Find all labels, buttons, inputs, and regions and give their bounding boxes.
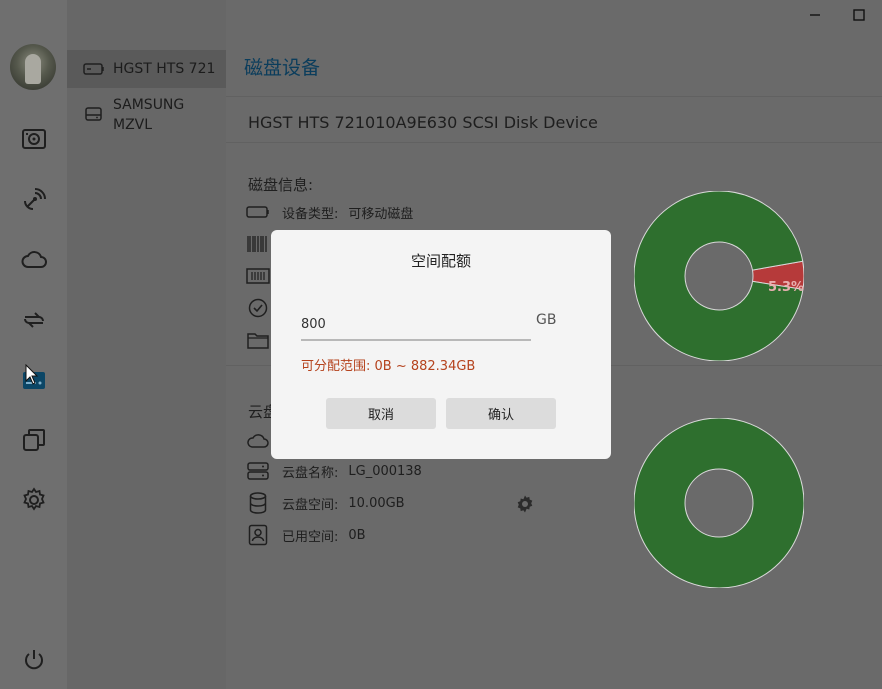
cloud-name-row: 云盘名称: LG_000138 — [246, 461, 422, 481]
cancel-button[interactable]: 取消 — [326, 398, 436, 429]
donut-slices — [634, 191, 804, 361]
confirm-button[interactable]: 确认 — [446, 398, 556, 429]
quota-dialog: 空间配额 GB 可分配范围: 0B ~ 882.34GB 取消 确认 — [271, 230, 611, 459]
app-window: HGST HTS 721 SAMSUNG MZVL 磁盘设备 HGST HTS … — [0, 0, 882, 689]
disk-icon[interactable] — [20, 125, 48, 153]
device-type-row: 设备类型: 可移动磁盘 — [246, 202, 413, 222]
cloud-space-value: 10.00GB — [348, 495, 405, 511]
quota-input[interactable] — [301, 309, 531, 341]
device-item-hgst[interactable]: HGST HTS 721 — [67, 50, 226, 88]
device-type-label: 设备类型: — [282, 206, 339, 222]
dialog-title: 空间配额 — [410, 252, 471, 270]
page-title: 磁盘设备 — [244, 57, 321, 79]
mouse-cursor-icon — [25, 364, 39, 385]
device-type-value: 可移动磁盘 — [348, 206, 414, 222]
donut-slice-free — [634, 418, 804, 588]
device-label: HGST HTS 721 — [113, 61, 216, 77]
cloud-space-label: 云盘空间: — [282, 497, 339, 513]
cloud-name-label: 云盘名称: — [282, 465, 339, 481]
unit-label: GB — [536, 312, 557, 328]
cloud-name-value: LG_000138 — [348, 463, 422, 479]
check-circle-icon — [246, 298, 270, 318]
cloud-usage-donut-chart — [634, 418, 804, 588]
transfer-icon[interactable] — [20, 306, 48, 334]
quota-settings-gear-icon[interactable] — [515, 494, 535, 514]
used-space-label: 已用空间: — [282, 529, 339, 545]
ssd-icon — [85, 107, 102, 121]
used-space-row: 已用空间: 0B — [246, 524, 366, 546]
range-hint: 可分配范围: 0B ~ 882.34GB — [301, 359, 476, 374]
barcode-icon — [246, 234, 270, 254]
used-percent-label: 5.3% — [768, 280, 804, 295]
used-space-value: 0B — [348, 527, 366, 543]
serial-icon — [246, 266, 270, 286]
avatar[interactable] — [10, 44, 56, 90]
minimize-icon[interactable] — [806, 6, 824, 24]
device-label: SAMSUNG MZVL — [113, 97, 185, 133]
disk-full-name: HGST HTS 721010A9E630 SCSI Disk Device — [248, 113, 598, 132]
server-icon — [246, 461, 270, 481]
satellite-icon[interactable] — [20, 186, 48, 214]
power-icon[interactable] — [20, 646, 48, 674]
divider — [226, 96, 882, 97]
left-rail — [0, 0, 67, 689]
disk-usage-donut-chart: 5.3% — [634, 191, 804, 361]
device-list: HGST HTS 721 SAMSUNG MZVL — [67, 0, 226, 689]
donut-slices — [634, 418, 804, 588]
cloud-icon[interactable] — [20, 246, 48, 274]
disk-drive-icon — [246, 202, 270, 222]
cloud-space-row: 云盘空间: 10.00GB — [246, 492, 405, 514]
disk-drive-icon — [83, 63, 104, 75]
folder-icon — [246, 330, 270, 350]
database-icon — [246, 492, 270, 514]
device-item-samsung[interactable]: SAMSUNG MZVL — [67, 95, 226, 135]
divider — [226, 142, 882, 143]
maximize-icon[interactable] — [850, 6, 868, 24]
copy-icon[interactable] — [20, 426, 48, 454]
disk-info-title: 磁盘信息: — [248, 176, 314, 194]
user-box-icon — [246, 524, 270, 546]
gear-icon[interactable] — [20, 486, 48, 514]
cloud-icon — [246, 430, 270, 450]
